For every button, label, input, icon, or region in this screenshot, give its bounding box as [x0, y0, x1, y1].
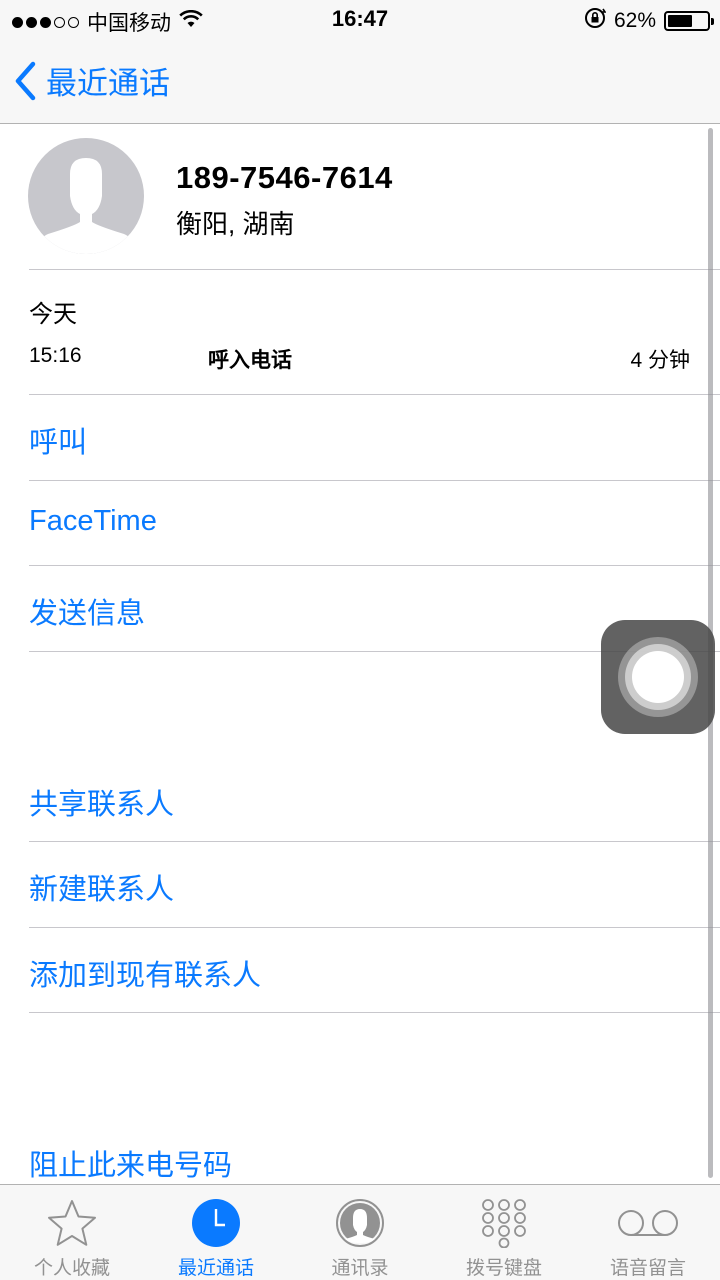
- tab-recents[interactable]: 最近通话: [144, 1185, 288, 1280]
- send-message-button[interactable]: 发送信息: [29, 590, 145, 632]
- add-to-existing-contact-button[interactable]: 添加到现有联系人: [29, 952, 261, 994]
- contact-header: 189-7546-7614 衡阳, 湖南: [0, 124, 720, 270]
- contact-phone-number: 189-7546-7614: [176, 160, 393, 195]
- call-type: 呼入电话: [208, 349, 292, 372]
- status-right: 62%: [584, 7, 714, 35]
- tab-label: 通讯录: [331, 1258, 389, 1279]
- assistive-touch-button[interactable]: [601, 620, 715, 734]
- divider: [29, 269, 720, 270]
- new-contact-button[interactable]: 新建联系人: [29, 866, 174, 908]
- chevron-left-icon: [15, 61, 36, 100]
- avatar: [28, 138, 144, 254]
- tab-keypad[interactable]: 拨号键盘: [432, 1185, 576, 1280]
- status-bar: 中国移动 16:47 62%: [0, 0, 720, 40]
- divider: [29, 394, 720, 395]
- voicemail-icon: [576, 1197, 720, 1249]
- call-day: 今天: [29, 301, 77, 328]
- tab-voicemail[interactable]: 语音留言: [576, 1185, 720, 1280]
- person-silhouette-icon: [34, 158, 138, 254]
- clock-icon: [144, 1197, 288, 1249]
- share-contact-button[interactable]: 共享联系人: [29, 781, 174, 823]
- rotation-lock-icon: [584, 7, 607, 35]
- contact-location: 衡阳, 湖南: [176, 209, 295, 239]
- facetime-button[interactable]: FaceTime: [29, 505, 157, 538]
- call-button[interactable]: 呼叫: [29, 419, 87, 461]
- tab-label: 个人收藏: [33, 1258, 110, 1279]
- tab-label: 拨号键盘: [465, 1258, 542, 1279]
- call-time: 15:16: [29, 344, 82, 367]
- back-button[interactable]: 最近通话: [14, 58, 170, 103]
- battery-level-fill: [668, 15, 692, 27]
- tab-contacts[interactable]: 通讯录: [288, 1185, 432, 1280]
- tab-bar: 个人收藏 最近通话 通讯录 拨号键盘 语音留言: [0, 1184, 720, 1280]
- keypad-icon: [432, 1197, 576, 1249]
- call-duration: 4 分钟: [630, 349, 690, 372]
- divider: [29, 480, 720, 481]
- star-icon: [0, 1197, 144, 1249]
- contacts-icon: [288, 1197, 432, 1249]
- navigation-bar: 最近通话: [0, 40, 720, 124]
- divider: [29, 565, 720, 566]
- tab-favorites[interactable]: 个人收藏: [0, 1185, 144, 1280]
- divider: [29, 841, 720, 842]
- divider: [29, 927, 720, 928]
- back-button-label: 最近通话: [46, 66, 170, 101]
- battery-percent: 62%: [613, 9, 656, 32]
- divider: [29, 1012, 720, 1013]
- tab-label: 语音留言: [609, 1258, 686, 1279]
- battery-icon: [664, 11, 714, 31]
- tab-label: 最近通话: [177, 1258, 254, 1279]
- block-caller-button[interactable]: 阻止此来电号码: [29, 1142, 232, 1184]
